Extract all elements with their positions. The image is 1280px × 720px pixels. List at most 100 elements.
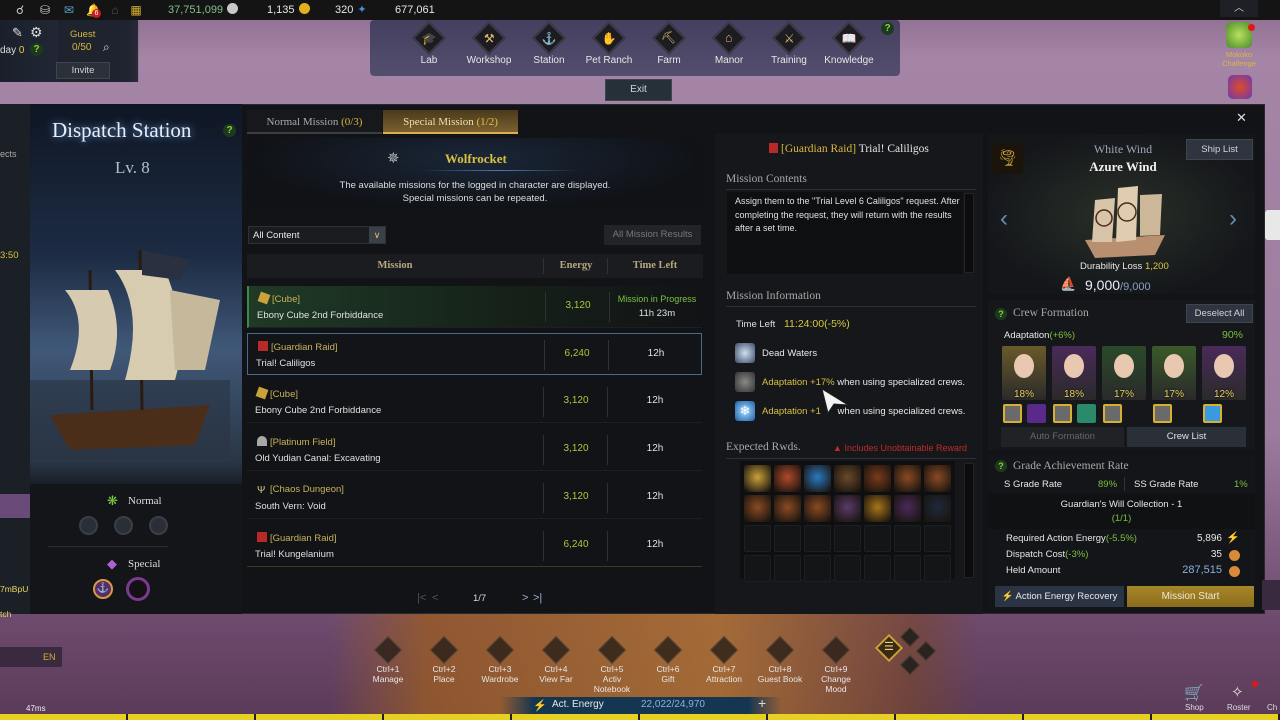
home-icon[interactable]: ⌂ <box>108 3 122 17</box>
reward-crystal-ore-icon[interactable] <box>834 495 861 522</box>
mission-row-selected[interactable]: [Guardian Raid] Trial! Caliligos 6,240 1… <box>247 333 702 375</box>
dispatch-cost-label: Dispatch Cost(-3%) <box>1006 549 1089 560</box>
reward-earring-icon[interactable] <box>864 465 891 492</box>
help-icon[interactable]: ? <box>30 43 43 56</box>
add-energy-button[interactable]: + <box>758 695 766 711</box>
reward-guardian-seal-icon[interactable] <box>744 465 771 492</box>
mission-row[interactable]: [Guardian Raid] Trial! Kungelanium 6,240… <box>247 525 702 567</box>
prev-ship-button[interactable]: ‹ <box>1000 205 1008 233</box>
feather-button[interactable] <box>916 641 936 661</box>
reward-bracelet-icon[interactable] <box>804 495 831 522</box>
hotkey-view-far[interactable]: Ctrl+4 View Far <box>531 635 581 684</box>
help-icon[interactable]: ? <box>881 22 894 35</box>
emote-icon[interactable]: ☌ <box>13 3 27 17</box>
crew-member-portrait[interactable]: 18% <box>1052 346 1096 400</box>
building-knowledge[interactable]: 📖 Knowledge <box>819 21 879 66</box>
reward-leapstone-icon[interactable] <box>834 465 861 492</box>
building-farm[interactable]: ⛏ Farm <box>639 21 699 66</box>
all-mission-results-button[interactable]: All Mission Results <box>604 225 701 245</box>
normal-slot[interactable] <box>79 516 98 535</box>
next-page-button[interactable]: > <box>522 592 528 604</box>
collapse-button[interactable]: ︿ <box>1220 0 1258 17</box>
scrollbar[interactable] <box>964 463 974 578</box>
horse-button[interactable] <box>900 655 920 675</box>
mission-row[interactable]: [Cube] Ebony Cube 2nd Forbiddance 3,120 … <box>247 381 702 423</box>
exit-button[interactable]: Exit <box>605 79 672 101</box>
building-lab[interactable]: 🎓 Lab <box>399 21 459 66</box>
close-icon[interactable]: ✕ <box>1236 110 1247 126</box>
invite-button[interactable]: Invite <box>56 62 110 79</box>
xp-bar <box>0 714 1280 720</box>
special-slot-empty[interactable] <box>126 577 150 601</box>
shop-icon[interactable]: 🛒 <box>1184 683 1204 703</box>
side-tab[interactable] <box>1265 210 1280 240</box>
hotkey-guest-book[interactable]: Ctrl+8 Guest Book <box>755 635 805 684</box>
reward-destruction-stone-icon[interactable] <box>774 465 801 492</box>
building-training[interactable]: ⚔ Training <box>759 21 819 66</box>
music-button[interactable] <box>900 627 920 647</box>
action-energy-recovery-button[interactable]: ⚡ Action Energy Recovery <box>995 586 1124 607</box>
side-tab[interactable] <box>1262 580 1280 610</box>
last-page-button[interactable]: >| <box>533 592 542 604</box>
first-page-button[interactable]: |< <box>417 592 426 604</box>
building-manor[interactable]: ⌂ Manor <box>699 21 759 66</box>
empty-reward-slot <box>864 555 891 582</box>
crew-adaptation-pct: 18% <box>1063 389 1084 400</box>
crew-member-portrait[interactable]: 17% <box>1102 346 1146 400</box>
hotkey-activ-notebook[interactable]: Ctrl+5 Activ Notebook <box>587 635 637 694</box>
reward-potion-icon[interactable] <box>924 495 951 522</box>
help-icon[interactable]: ? <box>223 124 236 137</box>
empty-reward-slot <box>774 525 801 552</box>
auto-formation-button[interactable]: Auto Formation <box>1001 427 1124 447</box>
crew-list-button[interactable]: Crew List <box>1127 427 1246 447</box>
normal-slot[interactable] <box>114 516 133 535</box>
normal-slot[interactable] <box>149 516 168 535</box>
scrollbar[interactable] <box>964 193 974 273</box>
gear-icon[interactable]: ⚙ <box>30 24 43 41</box>
tab-special-mission[interactable]: Special Mission (1/2) <box>383 110 518 134</box>
hotkey-shortcut: Ctrl+7 <box>712 664 736 674</box>
hotkey-shortcut: Ctrl+1 <box>376 664 400 674</box>
crew-member-portrait[interactable]: 17% <box>1152 346 1196 400</box>
chest-icon[interactable]: ▦ <box>129 3 143 17</box>
hotkey-wardrobe[interactable]: Ctrl+3 Wardrobe <box>475 635 525 684</box>
next-ship-button[interactable]: › <box>1229 205 1237 233</box>
content-filter-dropdown[interactable]: All Content ∨ <box>248 226 386 244</box>
mission-row[interactable]: [Cube] Ebony Cube 2nd Forbiddance 3,120 … <box>247 286 702 328</box>
deselect-all-button[interactable]: Deselect All <box>1186 304 1253 323</box>
reward-ring-icon[interactable] <box>744 495 771 522</box>
building-pet-ranch[interactable]: ✋ Pet Ranch <box>579 21 639 66</box>
event-icon[interactable] <box>1228 75 1252 99</box>
reward-guardian-stone-icon[interactable] <box>804 465 831 492</box>
mission-row[interactable]: [Platinum Field] Old Yudian Canal: Excav… <box>247 429 702 471</box>
hotkey-attraction[interactable]: Ctrl+7 Attraction <box>699 635 749 684</box>
hotkey-change-mood[interactable]: Ctrl+9 Change Mood <box>811 635 861 694</box>
special-slot-active[interactable]: ⚓ <box>93 579 113 599</box>
hotkey-manage[interactable]: Ctrl+1 Manage <box>363 635 413 684</box>
hotkey-gift[interactable]: Ctrl+6 Gift <box>643 635 693 684</box>
reward-book-icon[interactable] <box>864 495 891 522</box>
reward-ring-icon[interactable] <box>924 465 951 492</box>
crew-member-portrait[interactable]: 18% <box>1002 346 1046 400</box>
mission-start-button[interactable]: Mission Start <box>1127 586 1254 607</box>
crew-face <box>1114 354 1134 378</box>
building-workshop[interactable]: ⚒ Workshop <box>459 21 519 66</box>
hotkey-place[interactable]: Ctrl+2 Place <box>419 635 469 684</box>
mail-icon[interactable]: ✉ <box>62 3 76 17</box>
help-icon[interactable]: ? <box>995 308 1007 320</box>
side-lock-slot[interactable] <box>0 494 30 518</box>
prev-page-button[interactable]: < <box>432 592 438 604</box>
edit-icon[interactable]: ✎ <box>12 25 23 41</box>
crew-member-portrait[interactable]: 12% <box>1202 346 1246 400</box>
reward-ring-icon[interactable] <box>774 495 801 522</box>
help-icon[interactable]: ? <box>995 460 1007 472</box>
building-station[interactable]: ⚓ Station <box>519 21 579 66</box>
reward-card-icon[interactable] <box>894 495 921 522</box>
roster-icon[interactable]: ✧ <box>1231 683 1244 701</box>
mission-row[interactable]: Ψ [Chaos Dungeon] South Vern: Void 3,120 … <box>247 477 702 519</box>
tab-normal-mission[interactable]: Normal Mission (0/3) <box>247 110 382 134</box>
ship-list-button[interactable]: Ship List <box>1186 139 1253 160</box>
reward-ring-icon[interactable] <box>894 465 921 492</box>
gift-box-icon[interactable]: ⛁ <box>38 3 52 17</box>
search-icon[interactable]: ⌕ <box>103 40 110 55</box>
